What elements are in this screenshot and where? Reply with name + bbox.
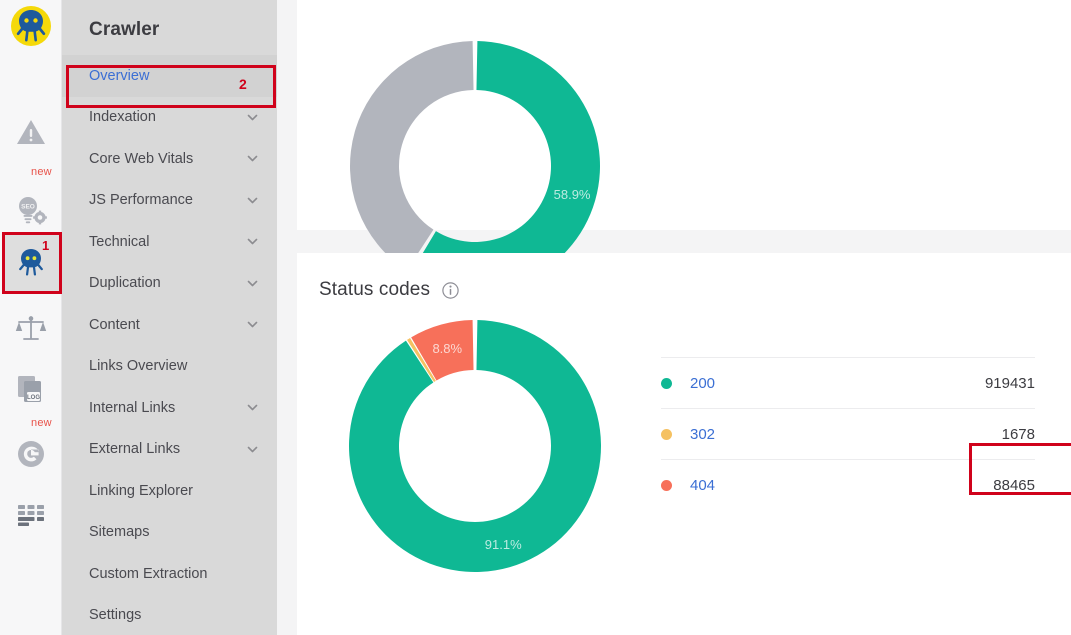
chevron-down-icon[interactable] bbox=[246, 443, 259, 456]
main-content: 58.9% Status codes 91.1% 8.8% 200 919431… bbox=[277, 0, 1071, 635]
google-g-icon[interactable] bbox=[4, 427, 58, 481]
sidebar-item-js-performance[interactable]: JS Performance bbox=[62, 180, 277, 222]
sidebar-item-links-overview[interactable]: Links Overview bbox=[62, 346, 277, 388]
sidebar-item-label: Custom Extraction bbox=[89, 565, 208, 582]
status-color-dot bbox=[661, 377, 672, 389]
donut-percent-label: 58.9% bbox=[554, 187, 591, 202]
sidebar-item-label: Duplication bbox=[89, 275, 161, 292]
sidebar-item-label: External Links bbox=[89, 441, 181, 458]
indexability-donut-card: 58.9% bbox=[297, 0, 1071, 291]
sidebar-item-label: Overview bbox=[89, 67, 150, 84]
crawler-badge-number: 1 bbox=[42, 238, 50, 253]
svg-text:SEO: SEO bbox=[21, 204, 35, 211]
svg-text:LOG: LOG bbox=[27, 395, 40, 401]
chevron-down-icon[interactable] bbox=[246, 194, 259, 207]
sidebar-item-label: Indexation bbox=[89, 109, 156, 126]
overview-annotation-number: 2 bbox=[239, 76, 247, 92]
warning-triangle-icon[interactable] bbox=[4, 105, 58, 159]
sidebar-item-technical[interactable]: Technical bbox=[62, 221, 277, 263]
sidebar-item-indexation[interactable]: Indexation bbox=[62, 97, 277, 139]
donut-percent-label: 8.8% bbox=[432, 341, 462, 356]
icon-rail: new SEO 1 LOG new bbox=[0, 0, 62, 635]
sidebar-item-internal-links[interactable]: Internal Links bbox=[62, 387, 277, 429]
sidebar-item-content[interactable]: Content bbox=[62, 304, 277, 346]
sidebar-item-core-web-vitals[interactable]: Core Web Vitals bbox=[62, 138, 277, 180]
sidebar-item-duplication[interactable]: Duplication bbox=[62, 263, 277, 305]
chevron-down-icon[interactable] bbox=[246, 111, 259, 124]
status-code-count: 88465 bbox=[993, 476, 1035, 494]
sidebar-item-label: Technical bbox=[89, 233, 150, 250]
chevron-down-icon[interactable] bbox=[246, 401, 259, 414]
new-badge-seo: new bbox=[31, 166, 52, 178]
donut-percent-label: 91.1% bbox=[485, 537, 522, 552]
sidebar-item-label: Links Overview bbox=[89, 358, 188, 375]
sidebar-item-label: JS Performance bbox=[89, 192, 193, 209]
octopus-crawler-icon[interactable] bbox=[4, 236, 58, 290]
status-codes-legend: 200 919431 302 1678 404 88465 bbox=[653, 301, 1071, 577]
chevron-down-icon[interactable] bbox=[246, 235, 259, 248]
sidebar-item-linking-explorer[interactable]: Linking Explorer bbox=[62, 470, 277, 512]
seo-lightbulb-gear-icon[interactable]: SEO bbox=[4, 183, 58, 237]
sidebar-item-label: Linking Explorer bbox=[89, 482, 193, 499]
scales-balance-icon[interactable] bbox=[4, 300, 58, 354]
status-code-link[interactable]: 404 bbox=[690, 477, 993, 494]
donut-slice-Segment B[interactable] bbox=[349, 41, 474, 271]
status-codes-header: Status codes bbox=[297, 253, 1071, 301]
sidebar-item-label: Core Web Vitals bbox=[89, 150, 194, 167]
status-color-dot bbox=[661, 428, 672, 440]
status-code-row[interactable]: 302 1678 bbox=[661, 408, 1035, 459]
chevron-down-icon[interactable] bbox=[246, 277, 259, 290]
sidebar-item-label: Sitemaps bbox=[89, 524, 150, 541]
status-code-row[interactable]: 200 919431 bbox=[661, 357, 1035, 408]
octopus-logo-icon[interactable] bbox=[9, 4, 53, 48]
crawler-sidebar: Crawler Overview Indexation Core Web Vital… bbox=[62, 0, 277, 635]
status-code-row[interactable]: 404 88465 bbox=[661, 459, 1035, 510]
sidebar-item-label: Settings bbox=[89, 607, 142, 624]
sidebar-item-label: Internal Links bbox=[89, 399, 176, 416]
info-circle-icon[interactable] bbox=[442, 281, 459, 299]
status-code-link[interactable]: 200 bbox=[690, 375, 985, 392]
data-grid-icon[interactable] bbox=[4, 488, 58, 542]
status-code-count: 919431 bbox=[984, 374, 1035, 392]
status-codes-title: Status codes bbox=[319, 279, 431, 300]
donut-slice-200[interactable] bbox=[349, 320, 601, 572]
chevron-down-icon[interactable] bbox=[246, 152, 259, 165]
status-color-dot bbox=[661, 479, 672, 491]
status-codes-donut-chart: 91.1% 8.8% bbox=[297, 301, 653, 577]
log-file-icon[interactable]: LOG bbox=[4, 362, 58, 416]
chevron-down-icon[interactable] bbox=[246, 318, 259, 331]
sidebar-item-label: Content bbox=[89, 316, 140, 333]
status-codes-card: Status codes 91.1% 8.8% 200 919431 302 1678 4… bbox=[297, 253, 1071, 635]
sidebar-title: Crawler bbox=[89, 19, 160, 40]
sidebar-item-settings[interactable]: Settings bbox=[62, 595, 277, 635]
sidebar-item-sitemaps[interactable]: Sitemaps bbox=[62, 512, 277, 554]
app-root: new SEO 1 LOG new Crawler Overview Index… bbox=[0, 0, 1071, 635]
sidebar-item-external-links[interactable]: External Links bbox=[62, 429, 277, 471]
status-code-link[interactable]: 302 bbox=[690, 426, 1002, 443]
status-code-count: 1678 bbox=[1001, 425, 1035, 443]
sidebar-item-custom-extraction[interactable]: Custom Extraction bbox=[62, 553, 277, 595]
sidebar-menu: Overview Indexation Core Web Vitals JS Perf… bbox=[62, 55, 277, 635]
